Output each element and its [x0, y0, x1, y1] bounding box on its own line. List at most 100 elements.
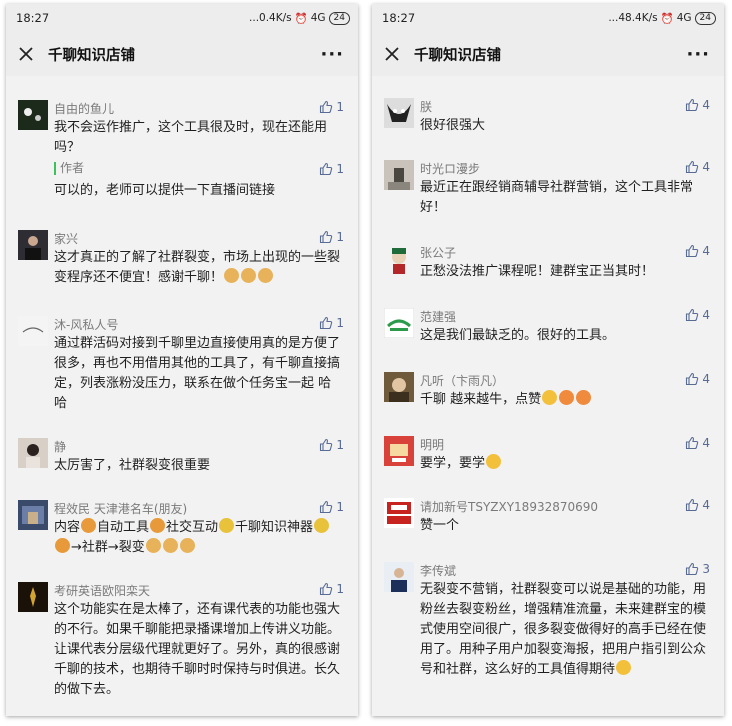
grin-emoji-icon	[486, 454, 502, 469]
thumb-up-icon	[686, 244, 699, 258]
avatar	[18, 316, 48, 346]
battery-icon: 24	[328, 11, 350, 25]
person-emoji-icon	[314, 518, 330, 533]
like-count: 1	[336, 100, 344, 114]
page-title: 千聊知识店铺	[414, 47, 501, 64]
comment-text: 赞一个	[420, 518, 460, 533]
comment-author: 请加新号TSYZXY18932870690	[420, 500, 599, 514]
like-button[interactable]: 1	[319, 230, 344, 244]
comment-text: 这是我们最缺乏的。很好的工具。	[420, 328, 616, 343]
like-button[interactable]: 1	[319, 500, 344, 514]
like-button[interactable]: 4	[685, 436, 710, 450]
comment-list: 朕 4 很好很强大 时光ロ漫步 4 最近正在跟经销商辅导社群营销，这个工具非常好…	[372, 76, 724, 716]
comment-text-part: 内容	[54, 520, 81, 535]
nav-header: 千聊知识店铺 ···	[6, 32, 358, 76]
comment-author: 李传斌	[420, 564, 457, 578]
comment-author: 朕	[420, 100, 433, 114]
signal-label: 4G	[676, 12, 692, 24]
comment-text-part: 社交互动	[166, 520, 219, 535]
thumb-up-icon	[686, 562, 699, 576]
like-count: 4	[702, 372, 710, 386]
like-count: 1	[336, 316, 344, 330]
author-reply: 作者 可以的，老师可以提供一下直播间链接	[54, 162, 344, 201]
reply-text: 可以的，老师可以提供一下直播间链接	[54, 183, 276, 198]
like-count: 4	[702, 498, 710, 512]
comment-author: 自由的鱼儿	[54, 102, 115, 116]
more-menu-button[interactable]: ···	[686, 44, 714, 65]
thumb-up-icon	[686, 308, 699, 322]
comment-text: 通过群活码对接到千聊里边直接使用真的是方便了很多，再也不用借用其他的工具了，有千…	[54, 336, 341, 411]
avatar	[384, 372, 414, 402]
like-button[interactable]: 1	[319, 316, 344, 330]
smile-emoji-icon	[542, 390, 558, 405]
thumb-up-icon	[320, 500, 333, 514]
like-button[interactable]: 4	[685, 160, 710, 174]
avatar	[384, 308, 414, 338]
reply-author: 作者	[54, 162, 344, 175]
like-count: 4	[702, 308, 710, 322]
like-count: 1	[336, 500, 344, 514]
thumb-up-icon	[320, 230, 333, 244]
avatar	[18, 582, 48, 612]
comment-text-part: 自动工具	[97, 520, 150, 535]
right-phone-screen: 18:27 ...48.4K/s ⏰ 4G 24 千聊知识店铺 ··· 朕 4 …	[372, 4, 724, 716]
like-button[interactable]: 1	[319, 438, 344, 452]
comment-text: 很好很强大	[420, 118, 486, 133]
like-count: 1	[336, 582, 344, 596]
like-button[interactable]: 4	[685, 498, 710, 512]
like-button[interactable]: 4	[685, 98, 710, 112]
more-menu-button[interactable]: ···	[320, 44, 348, 65]
close-icon[interactable]	[16, 44, 36, 64]
close-icon[interactable]	[382, 44, 402, 64]
thumbs-up-emoji-icon	[162, 538, 178, 553]
avatar	[18, 500, 48, 530]
comment-author: 范建强	[420, 310, 457, 324]
reply-like-button[interactable]: 1	[319, 162, 344, 176]
thumb-up-icon	[320, 162, 333, 176]
comment-text: 这个功能实在是太棒了，还有课代表的功能也强大的不行。如果千聊能把录播课增加上传讲…	[54, 602, 341, 697]
comment-text-part: 千聊知识神器	[235, 520, 314, 535]
like-button[interactable]: 1	[319, 582, 344, 596]
comment-text-part: →社群→裂变	[71, 540, 145, 555]
thumb-up-icon	[320, 438, 333, 452]
like-count: 1	[336, 162, 344, 176]
status-bar: 18:27 ...0.4K/s ⏰ 4G 24	[6, 4, 358, 32]
avatar	[384, 244, 414, 274]
fist-emoji-icon	[55, 538, 70, 553]
like-button[interactable]: 4	[685, 244, 710, 258]
comment-author: 时光ロ漫步	[420, 162, 481, 176]
comment-text: 要学，要学	[420, 454, 710, 474]
comment-author: 程效民 天津港名车(朋友)	[54, 502, 188, 516]
status-time: 18:27	[16, 11, 50, 25]
status-indicators: ...0.4K/s ⏰ 4G 24	[249, 11, 350, 25]
like-button[interactable]: 3	[685, 562, 710, 576]
comment-text-body: 无裂变不营销，社群裂变可以说是基础的功能，用粉丝去裂变粉丝，增强精准流量，未来建…	[420, 582, 707, 677]
comment-text: 我不会运作推广，这个工具很及时，现在还能用吗？	[54, 120, 328, 155]
thumb-up-icon	[686, 372, 699, 386]
comment-author: 明明	[420, 438, 445, 452]
comment-list: 自由的鱼儿 1 我不会运作推广，这个工具很及时，现在还能用吗？ 作者 可以的，老…	[6, 76, 358, 716]
like-count: 4	[702, 436, 710, 450]
status-time: 18:27	[382, 11, 416, 25]
like-count: 4	[702, 98, 710, 112]
page-title: 千聊知识店铺	[48, 47, 135, 64]
like-button[interactable]: 4	[685, 372, 710, 386]
pointing-hand-emoji-icon	[150, 518, 166, 533]
strong-emoji-icon	[559, 390, 575, 405]
like-button[interactable]: 1	[319, 100, 344, 114]
thumb-up-icon	[320, 582, 333, 596]
avatar	[384, 562, 414, 592]
comment-author: 沐-风私人号	[54, 318, 119, 332]
strong-emoji-icon	[576, 390, 592, 405]
signal-label: 4G	[310, 12, 326, 24]
nav-header: 千聊知识店铺 ···	[372, 32, 724, 76]
thumb-up-icon	[320, 100, 333, 114]
comment-author: 张公子	[420, 246, 457, 260]
thumb-up-icon	[686, 98, 699, 112]
comment-author: 静	[54, 440, 67, 454]
thumb-up-icon	[686, 160, 699, 174]
thumb-up-icon	[686, 498, 699, 512]
thumb-up-icon	[320, 316, 333, 330]
clap-emoji-icon	[258, 268, 274, 283]
like-button[interactable]: 4	[685, 308, 710, 322]
